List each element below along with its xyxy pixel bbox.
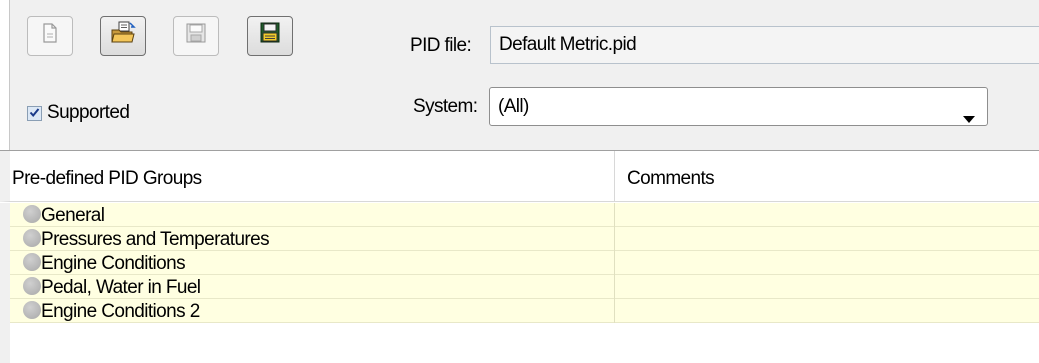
toolbar-panel: Supported PID file: Default Metric.pid S… (0, 0, 1039, 151)
table-row[interactable]: Engine Conditions 2 (10, 299, 1039, 323)
save-as-file-button[interactable] (247, 16, 293, 56)
status-dot-icon (23, 205, 41, 223)
grid-header: Pre-defined PID Groups Comments (0, 151, 1039, 202)
save-as-disk-icon (258, 21, 282, 51)
status-dot-icon (23, 301, 41, 319)
group-name: Pedal, Water in Fuel (41, 277, 201, 298)
dropdown-arrow-icon[interactable] (963, 104, 975, 133)
table-row[interactable]: Pedal, Water in Fuel (10, 275, 1039, 299)
checkmark-icon (29, 102, 40, 124)
supported-checkbox[interactable] (27, 105, 42, 121)
table-row[interactable]: Engine Conditions (10, 251, 1039, 275)
new-file-button[interactable] (27, 16, 73, 56)
column-separator[interactable] (614, 151, 615, 202)
save-file-button[interactable] (173, 16, 219, 56)
system-label: System: (413, 96, 478, 117)
group-name: Engine Conditions 2 (41, 301, 200, 322)
status-dot-icon (23, 277, 41, 295)
save-disk-icon (185, 22, 207, 50)
group-name: Engine Conditions (41, 253, 186, 274)
group-name: General (41, 205, 105, 226)
status-dot-icon (23, 253, 41, 271)
status-dot-icon (23, 229, 41, 247)
column-header-comments[interactable]: Comments (627, 168, 715, 190)
pid-file-label: PID file: (410, 35, 472, 56)
pid-file-field[interactable]: Default Metric.pid (490, 26, 1039, 64)
table-row[interactable]: Pressures and Temperatures (10, 227, 1039, 251)
table-row[interactable]: General (10, 203, 1039, 227)
open-file-button[interactable] (100, 16, 146, 56)
supported-checkbox-row[interactable]: Supported (27, 102, 130, 124)
system-value: (All) (498, 96, 529, 117)
supported-label: Supported (47, 102, 130, 123)
row-selector-strip (0, 203, 10, 363)
group-name: Pressures and Temperatures (41, 229, 270, 250)
column-header-groups[interactable]: Pre-defined PID Groups (12, 168, 202, 190)
open-folder-icon (110, 21, 136, 51)
new-document-icon (40, 22, 60, 50)
pid-file-value: Default Metric.pid (499, 34, 637, 55)
system-dropdown[interactable]: (All) (489, 87, 988, 126)
